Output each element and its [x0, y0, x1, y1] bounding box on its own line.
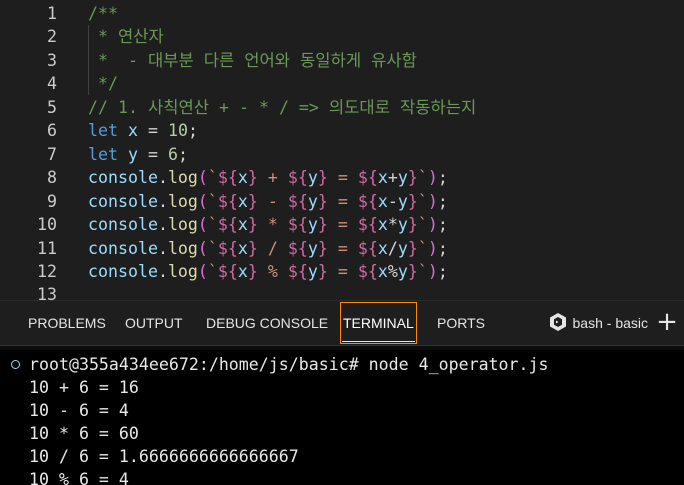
code-line[interactable]: 13	[0, 283, 684, 300]
code-line[interactable]: 5 // 1. 사칙연산 + - * / => 의도대로 작동하는지	[0, 96, 684, 119]
code-editor[interactable]: 1/** 2 * 연산자 3 * - 대부분 다른 언어와 동일하게 유사함 4 */…	[0, 0, 684, 300]
code-text: * - 대부분 다른 언어와 동일하게 유사함	[88, 50, 417, 70]
code-line[interactable]: 11 console.log(`${x} / ${y} = ${x/y}`);	[0, 237, 684, 260]
code-line[interactable]: 6 let x = 10;	[0, 119, 684, 142]
bash-terminal-icon	[549, 312, 567, 335]
line-number: 7	[47, 144, 57, 164]
code-text: console.log(`${x} % ${y} = ${x%y}`);	[88, 261, 448, 281]
line-number: 5	[47, 97, 57, 117]
command-decoration-icon[interactable]	[11, 360, 20, 369]
line-number: 9	[47, 191, 57, 211]
code-text: console.log(`${x} - ${y} = ${x-y}`);	[88, 191, 448, 211]
tab-problems[interactable]: PROBLEMS	[28, 301, 106, 345]
tab-terminal[interactable]: TERMINAL	[340, 302, 417, 344]
code-text: console.log(`${x} * ${y} = ${x*y}`);	[88, 215, 448, 235]
terminal-output-line: 10 / 6 = 1.6666666666666667	[29, 447, 299, 466]
code-text: * 연산자	[88, 27, 164, 47]
terminal-output-line: 10 % 6 = 4	[29, 470, 129, 485]
tab-output[interactable]: OUTPUT	[125, 301, 183, 345]
tab-debug-console[interactable]: DEBUG CONSOLE	[206, 301, 328, 345]
code-text: let x = 10;	[88, 121, 198, 141]
terminal-output-line: 10 * 6 = 60	[29, 424, 139, 443]
line-number: 6	[47, 121, 57, 141]
terminal-view[interactable]: root@355a434ee672:/home/js/basic# node 4…	[0, 345, 684, 485]
code-line[interactable]: 8 console.log(`${x} + ${y} = ${x+y}`);	[0, 166, 684, 189]
code-line[interactable]: 12 console.log(`${x} % ${y} = ${x%y}`);	[0, 260, 684, 283]
tab-ports[interactable]: PORTS	[437, 301, 485, 345]
terminal-top-border	[0, 345, 684, 350]
code-text: /**	[88, 4, 118, 23]
line-number: 1	[47, 4, 57, 23]
line-number: 4	[47, 74, 57, 94]
code-line[interactable]: 7 let y = 6;	[0, 143, 684, 166]
code-text: console.log(`${x} / ${y} = ${x/y}`);	[88, 238, 448, 258]
line-number: 12	[37, 261, 57, 281]
terminal-prompt-line: root@355a434ee672:/home/js/basic# node 4…	[29, 355, 549, 374]
code-line[interactable]: 1 /**	[0, 2, 684, 25]
line-number: 8	[47, 168, 57, 188]
code-line[interactable]: 10 console.log(`${x} * ${y} = ${x*y}`);	[0, 213, 684, 236]
terminal-name: bash - basic	[572, 315, 648, 331]
line-number: 2	[47, 27, 57, 47]
line-number: 10	[37, 215, 57, 235]
code-text: console.log(`${x} + ${y} = ${x+y}`);	[88, 168, 448, 188]
line-number: 13	[37, 285, 57, 300]
code-line[interactable]: 4 */	[0, 72, 684, 95]
code-text: */	[88, 74, 118, 94]
plus-icon[interactable]: +	[656, 309, 678, 337]
code-text: // 1. 사칙연산 + - * / => 의도대로 작동하는지	[88, 97, 477, 117]
terminal-selector[interactable]: bash - basic	[549, 301, 648, 345]
code-line[interactable]: 2 * 연산자	[0, 25, 684, 48]
panel-tab-bar: PROBLEMS OUTPUT DEBUG CONSOLE TERMINAL P…	[0, 301, 684, 345]
line-number: 3	[47, 50, 57, 70]
terminal-output-line: 10 - 6 = 4	[29, 401, 129, 420]
line-number: 11	[37, 238, 57, 258]
terminal-output-line: 10 + 6 = 16	[29, 378, 139, 397]
code-text: let y = 6;	[88, 144, 188, 164]
code-line[interactable]: 9 console.log(`${x} - ${y} = ${x-y}`);	[0, 190, 684, 213]
code-line[interactable]: 3 * - 대부분 다른 언어와 동일하게 유사함	[0, 49, 684, 72]
